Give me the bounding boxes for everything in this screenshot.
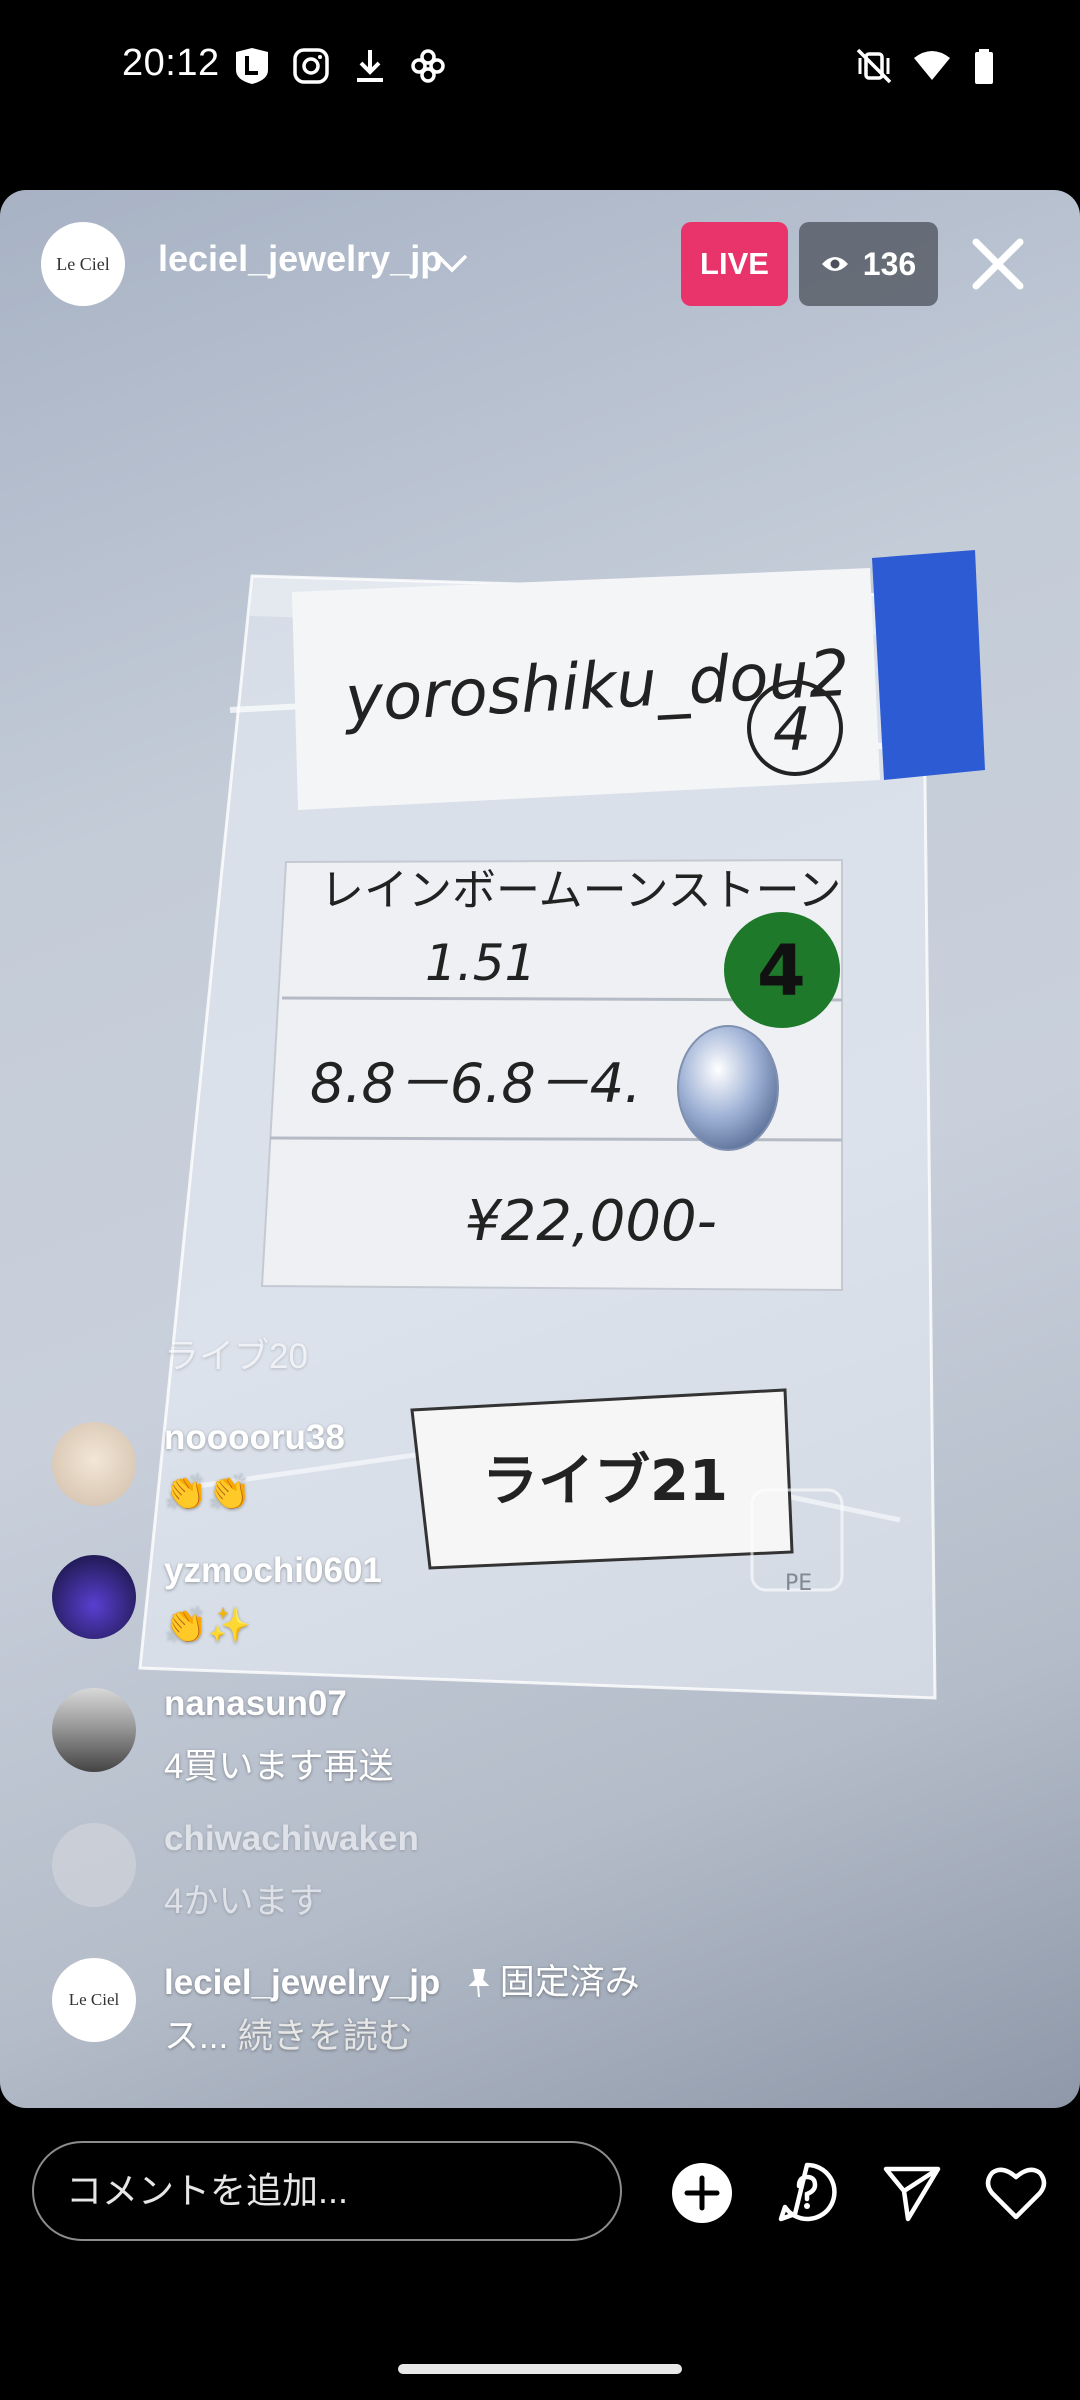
vibrate-mute-icon <box>856 48 892 84</box>
avatar[interactable] <box>52 1422 136 1506</box>
add-icon[interactable] <box>670 2161 734 2225</box>
chevron-down-icon[interactable] <box>434 248 470 278</box>
comment-item: nooooru38 👏👏 <box>52 1418 1012 1542</box>
status-time: 20:12 <box>122 42 220 84</box>
heart-icon[interactable] <box>984 2161 1048 2225</box>
stone-weight: 1.51 <box>425 934 536 992</box>
stone-name: レインボームーンストーン <box>320 865 841 916</box>
live-badge: LIVE <box>681 222 788 306</box>
live-video[interactable]: yoroshiku_dou2 4 レインボームーンストーン 1.51 4 8.8… <box>0 190 1080 2108</box>
avatar[interactable]: Le Ciel <box>52 1958 136 2042</box>
stone-dimensions: 8.8－6.8－4. <box>310 1052 641 1115</box>
price-label: ¥22,000- <box>465 1189 717 1254</box>
wifi-icon <box>914 51 950 80</box>
home-indicator[interactable] <box>398 2364 682 2374</box>
comment-username[interactable]: nanasun07 <box>164 1684 347 1724</box>
close-icon[interactable] <box>964 230 1032 298</box>
comment-username[interactable]: yzmochi0601 <box>164 1551 382 1591</box>
avatar[interactable] <box>52 1823 136 1907</box>
comment-text: 👏✨ <box>164 1606 252 1645</box>
comment-text: 4買います再送 <box>164 1747 394 1786</box>
handwritten-number: 4 <box>773 695 811 765</box>
pinned-label: 固定済み <box>499 1963 640 2002</box>
comment-text: 4かいます <box>164 1882 324 1921</box>
viewer-count: 136 <box>862 245 917 282</box>
viewer-count-badge[interactable]: 136 <box>799 222 938 306</box>
pinned-username: leciel_jewelry_jp <box>164 1963 441 2002</box>
pin-icon <box>468 1963 500 2002</box>
comment-username[interactable]: chiwachiwaken <box>164 1819 419 1859</box>
status-bar: 20:12 <box>0 0 1080 136</box>
comment-username[interactable]: nooooru38 <box>164 1418 345 1458</box>
avatar-text: Le Ciel <box>68 1990 120 2009</box>
battery-icon <box>975 49 993 84</box>
comment-text: 👏👏 <box>164 1473 252 1512</box>
download-icon <box>357 50 383 82</box>
comment-username[interactable]: leciel_jewelry_jp 固定済み <box>164 1954 640 2005</box>
pinned-comment[interactable]: Le Ciel leciel_jewelry_jp 固定済み ス... 続きを読… <box>52 1958 1012 2078</box>
host-avatar[interactable]: Le Ciel <box>41 222 125 306</box>
comment-item: chiwachiwaken 4かいます <box>52 1819 1012 1943</box>
instagram-icon <box>293 48 329 84</box>
comment-text: ライブ20 <box>164 1337 308 1376</box>
sticker-number: 4 <box>757 930 806 1012</box>
product-photo: yoroshiku_dou2 4 レインボームーンストーン 1.51 4 8.8… <box>138 550 985 1700</box>
avatar[interactable] <box>52 1688 136 1772</box>
eye-icon <box>821 257 848 271</box>
pinwheel-icon <box>411 49 445 83</box>
live-header: Le Ciel leciel_jewelry_jp LIVE 136 <box>0 190 1080 340</box>
host-avatar-text: Le Ciel <box>56 253 110 274</box>
comment-text: ス... 続きを読む <box>164 2008 413 2059</box>
pinned-comment-text: ス... <box>164 2017 229 2056</box>
question-icon[interactable] <box>775 2161 839 2225</box>
comment-item: nanasun07 4買います再送 <box>52 1684 1012 1808</box>
comment-item: yzmochi0601 👏✨ <box>52 1551 1012 1675</box>
host-username[interactable]: leciel_jewelry_jp <box>158 238 442 280</box>
avatar[interactable] <box>52 1555 136 1639</box>
send-icon[interactable] <box>880 2161 944 2225</box>
comment-item: ライブ20 <box>52 1328 1012 1388</box>
L-app-icon <box>236 48 268 84</box>
read-more-link[interactable]: 続きを読む <box>238 2017 413 2056</box>
comment-input[interactable]: コメントを追加... <box>32 2141 622 2241</box>
